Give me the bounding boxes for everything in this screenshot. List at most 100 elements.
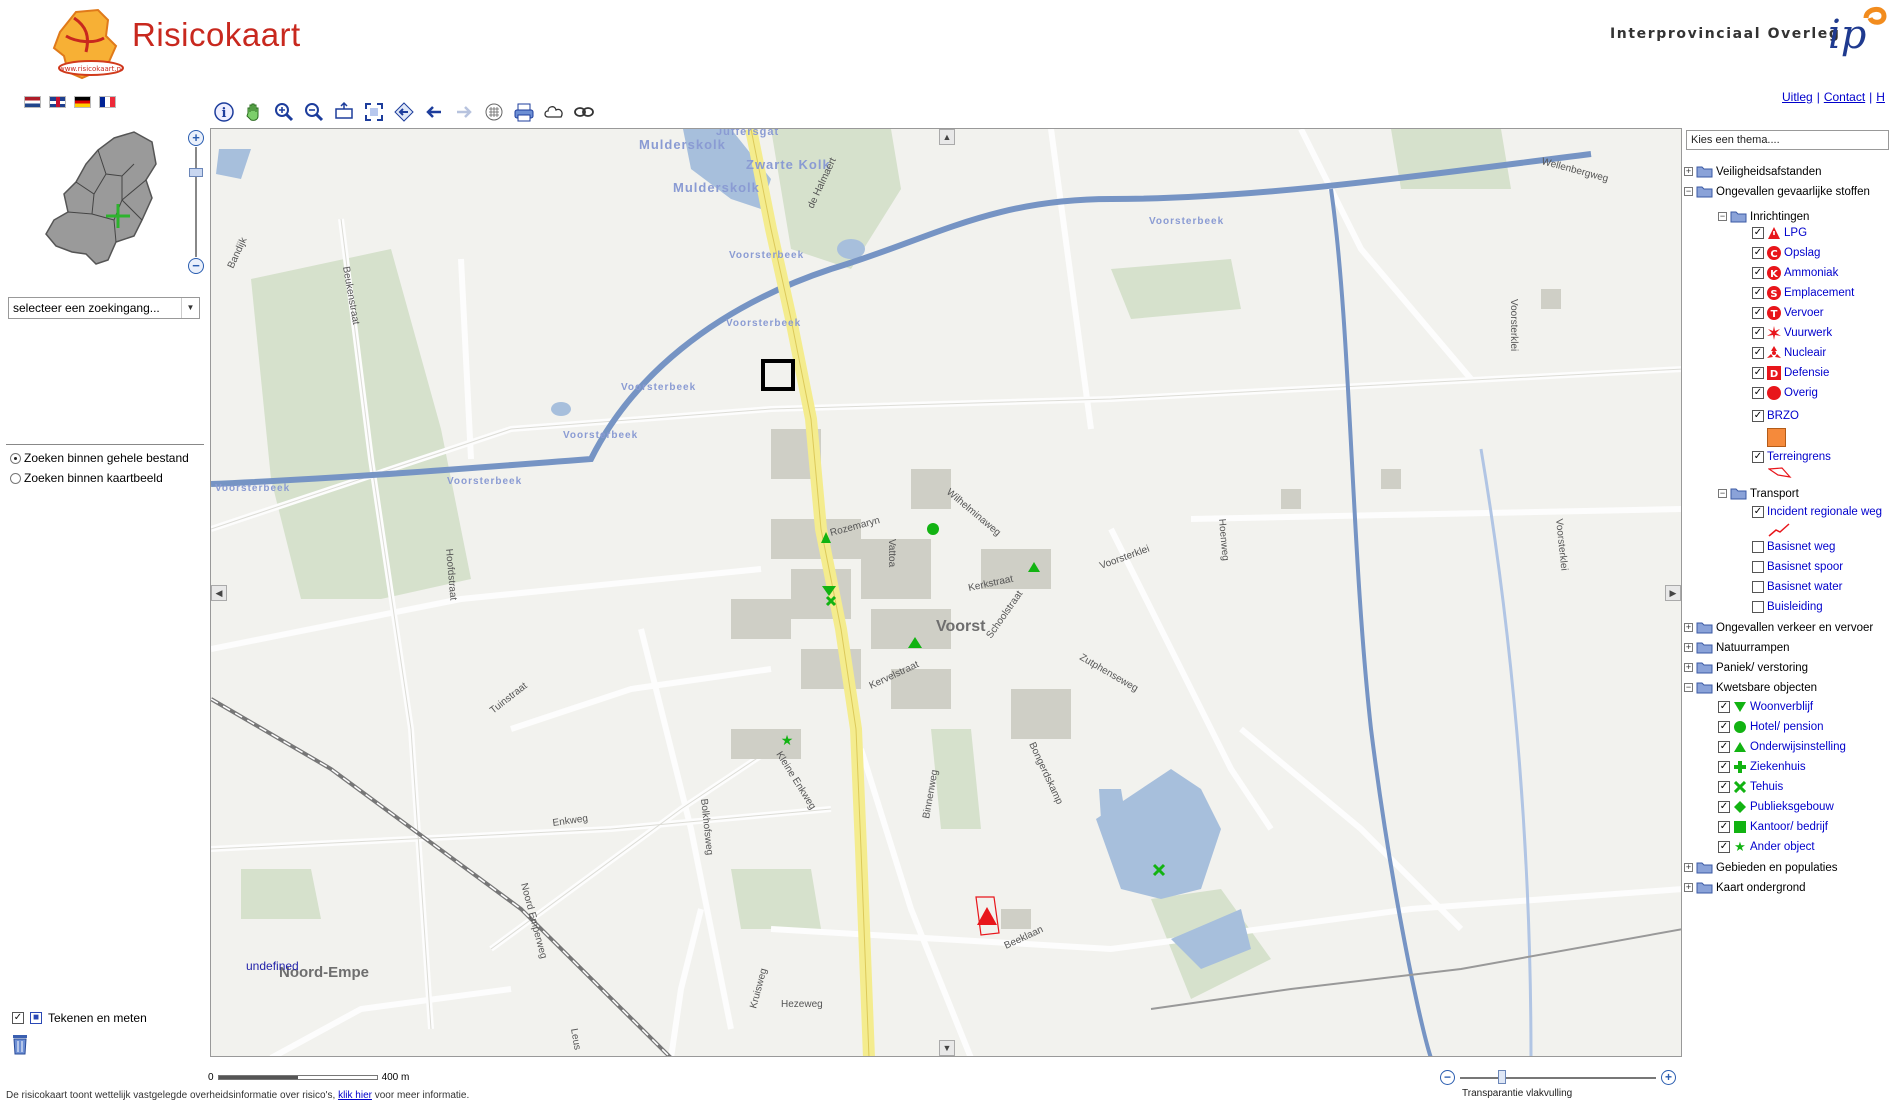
ziekenhuis-checkbox[interactable]: ✓: [1718, 761, 1730, 773]
contact-link[interactable]: Contact: [1824, 90, 1865, 104]
uitleg-link[interactable]: Uitleg: [1782, 90, 1813, 104]
legend-item-defensie[interactable]: ✓ D Defensie: [1752, 366, 1829, 380]
radio-whole-dataset[interactable]: [10, 452, 21, 464]
flag-uk-icon[interactable]: [49, 96, 66, 108]
publieksgebouw-checkbox[interactable]: ✓: [1718, 801, 1730, 813]
search-map-view-option[interactable]: Zoeken binnen kaartbeeld: [10, 471, 163, 485]
pan-right-button[interactable]: ▶: [1665, 585, 1681, 601]
flag-fr-icon[interactable]: [99, 96, 116, 108]
collapse-icon[interactable]: −: [1718, 212, 1727, 221]
lpg-checkbox[interactable]: ✓: [1752, 227, 1764, 239]
hotel-checkbox[interactable]: ✓: [1718, 721, 1730, 733]
more-link[interactable]: H: [1876, 90, 1885, 104]
pan-down-button[interactable]: ▼: [939, 1040, 955, 1056]
ander-object-marker[interactable]: ★: [781, 732, 794, 748]
basisnet-weg-checkbox[interactable]: ✓: [1752, 541, 1764, 553]
hotel-marker[interactable]: [927, 523, 939, 535]
legend-item-opslag[interactable]: ✓ C Opslag: [1752, 246, 1820, 260]
nucleair-checkbox[interactable]: ✓: [1752, 347, 1764, 359]
legend-item-buisleiding[interactable]: ✓ Buisleiding: [1752, 601, 1823, 613]
zoom-in-button[interactable]: +: [188, 130, 204, 146]
zoom-box-icon[interactable]: [332, 100, 356, 124]
basisnet-spoor-checkbox[interactable]: ✓: [1752, 561, 1764, 573]
overview-map[interactable]: [34, 124, 164, 274]
defensie-checkbox[interactable]: ✓: [1752, 367, 1764, 379]
legend-node-ongevallen-gevaarlijke-stoffen[interactable]: − Ongevallen gevaarlijke stoffen: [1684, 185, 1870, 198]
collapse-icon[interactable]: −: [1684, 683, 1693, 692]
legend-node-natuurrampen[interactable]: + Natuurrampen: [1684, 641, 1790, 654]
legend-node-ongevallen-verkeer[interactable]: + Ongevallen verkeer en vervoer: [1684, 621, 1873, 634]
legend-node-veiligheidsafstanden[interactable]: + Veiligheidsafstanden: [1684, 165, 1822, 178]
legend-item-basisnet-water[interactable]: ✓ Basisnet water: [1752, 581, 1842, 593]
legend-item-basisnet-spoor[interactable]: ✓ Basisnet spoor: [1752, 561, 1843, 573]
full-extent-icon[interactable]: [362, 100, 386, 124]
brzo-checkbox[interactable]: ✓: [1752, 410, 1764, 422]
tehuis-checkbox[interactable]: ✓: [1718, 781, 1730, 793]
forward-arrow-icon[interactable]: [452, 100, 476, 124]
legend-item-ziekenhuis[interactable]: ✓ Ziekenhuis: [1718, 760, 1806, 774]
trash-icon[interactable]: [10, 1033, 30, 1055]
legend-item-emplacement[interactable]: ✓ S Emplacement: [1752, 286, 1854, 300]
pan-hand-icon[interactable]: [242, 100, 266, 124]
legend-item-ammoniak[interactable]: ✓ K Ammoniak: [1752, 266, 1838, 280]
legend-node-kaart-ondergrond[interactable]: + Kaart ondergrond: [1684, 881, 1806, 894]
expand-icon[interactable]: +: [1684, 643, 1693, 652]
transparency-increase-button[interactable]: +: [1661, 1070, 1676, 1085]
legend-item-ander-object[interactable]: ✓ ★ Ander object: [1718, 839, 1815, 854]
legend-node-gebieden-populaties[interactable]: + Gebieden en populaties: [1684, 861, 1838, 874]
collapse-icon[interactable]: −: [1718, 489, 1727, 498]
legend-item-terreingrens[interactable]: ✓ Terreingrens: [1752, 451, 1831, 463]
expand-icon[interactable]: +: [1684, 883, 1693, 892]
legend-item-incident-regionale-weg[interactable]: ✓ Incident regionale weg: [1752, 506, 1882, 518]
expand-icon[interactable]: +: [1684, 663, 1693, 672]
buisleiding-checkbox[interactable]: ✓: [1752, 601, 1764, 613]
opslag-checkbox[interactable]: ✓: [1752, 247, 1764, 259]
overig-checkbox[interactable]: ✓: [1752, 387, 1764, 399]
legend-item-hotel-pension[interactable]: ✓ Hotel/ pension: [1718, 720, 1824, 734]
pan-up-button[interactable]: ▲: [939, 129, 955, 145]
expand-icon[interactable]: +: [1684, 623, 1693, 632]
zoom-track[interactable]: [195, 147, 197, 257]
legend-item-overig[interactable]: ✓ Overig: [1752, 386, 1818, 400]
vuurwerk-checkbox[interactable]: ✓: [1752, 327, 1764, 339]
flag-de-icon[interactable]: [74, 96, 91, 108]
chevron-down-icon[interactable]: ▼: [181, 298, 199, 318]
legend-node-transport[interactable]: − Transport: [1718, 487, 1799, 500]
legend-node-paniek[interactable]: + Paniek/ verstoring: [1684, 661, 1808, 674]
radio-map-view[interactable]: [10, 472, 21, 484]
kantoor-checkbox[interactable]: ✓: [1718, 821, 1730, 833]
woonverblijf-checkbox[interactable]: ✓: [1718, 701, 1730, 713]
expand-icon[interactable]: +: [1684, 167, 1693, 176]
cloud-icon[interactable]: [542, 100, 566, 124]
pan-left-button[interactable]: ◀: [211, 585, 227, 601]
legend-node-kwetsbare-objecten[interactable]: − Kwetsbare objecten: [1684, 681, 1817, 694]
legend-item-basisnet-weg[interactable]: ✓ Basisnet weg: [1752, 541, 1835, 553]
flag-nl-icon[interactable]: [24, 96, 41, 108]
legend-item-brzo[interactable]: ✓ BRZO: [1752, 410, 1799, 422]
zoom-handle[interactable]: [189, 168, 203, 177]
legend-node-inrichtingen[interactable]: − Inrichtingen: [1718, 210, 1809, 223]
back-arrow-icon[interactable]: [422, 100, 446, 124]
transparency-handle[interactable]: [1498, 1070, 1506, 1084]
legend-item-nucleair[interactable]: ✓ Nucleair: [1752, 346, 1826, 360]
footer-more-info-link[interactable]: klik hier: [338, 1090, 372, 1101]
zoom-out-button[interactable]: −: [188, 258, 204, 274]
draw-measure-icon[interactable]: ■: [30, 1012, 42, 1024]
transparency-track[interactable]: [1460, 1077, 1656, 1079]
legend-item-kantoor-bedrijf[interactable]: ✓ Kantoor/ bedrijf: [1718, 820, 1828, 834]
theme-search-input[interactable]: Kies een thema....: [1686, 130, 1889, 150]
vervoer-checkbox[interactable]: ✓: [1752, 307, 1764, 319]
draw-measure-checkbox[interactable]: ✓: [12, 1012, 24, 1024]
onderwijs-checkbox[interactable]: ✓: [1718, 741, 1730, 753]
legend-item-vuurwerk[interactable]: ✓ Vuurwerk: [1752, 326, 1832, 340]
print-icon[interactable]: [512, 100, 536, 124]
legend-item-onderwijsinstelling[interactable]: ✓ Onderwijsinstelling: [1718, 740, 1846, 754]
legend-item-vervoer[interactable]: ✓ T Vervoer: [1752, 306, 1824, 320]
basisnet-water-checkbox[interactable]: ✓: [1752, 581, 1764, 593]
emplacement-checkbox[interactable]: ✓: [1752, 287, 1764, 299]
transparency-decrease-button[interactable]: −: [1440, 1070, 1455, 1085]
incident-weg-checkbox[interactable]: ✓: [1752, 506, 1764, 518]
grid-select-icon[interactable]: [482, 100, 506, 124]
terreingrens-checkbox[interactable]: ✓: [1752, 451, 1764, 463]
search-whole-dataset-option[interactable]: Zoeken binnen gehele bestand: [10, 451, 189, 465]
